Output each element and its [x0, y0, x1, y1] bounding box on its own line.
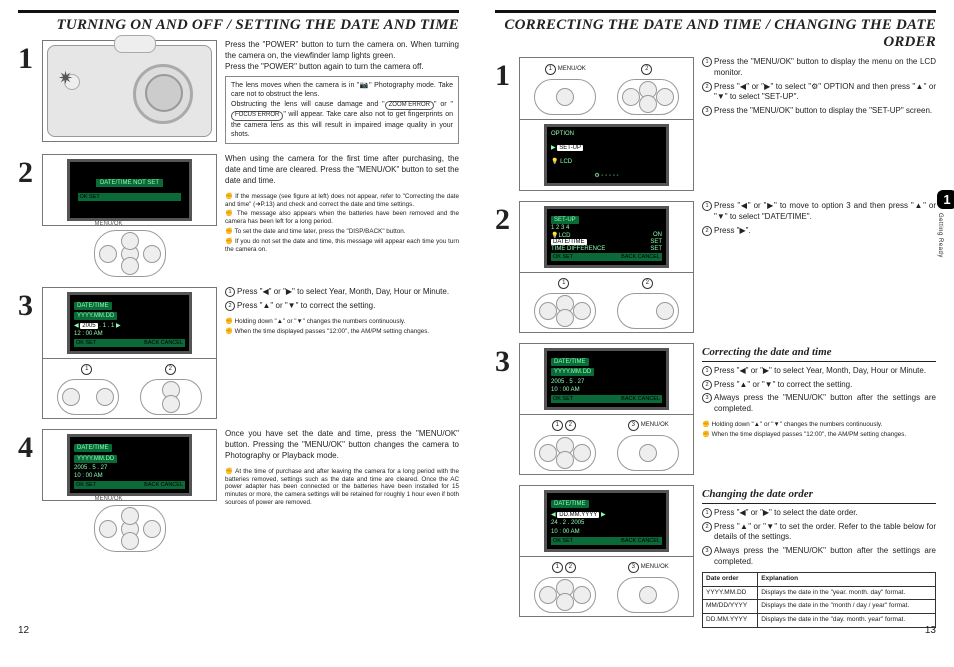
- step-text: Once you have set the date and time, pre…: [225, 429, 459, 461]
- rule: [495, 10, 936, 13]
- page-number: 12: [18, 625, 29, 636]
- step-3: 3 DATE/TIME YYYY.MM.DD 2005 . 5 . 27 10 …: [495, 343, 936, 475]
- figure-dpads: 1 2: [519, 273, 694, 333]
- step-number: 4: [18, 429, 42, 552]
- footnotes: ✊ At the time of purchase and after leav…: [225, 468, 459, 507]
- page-number: 13: [925, 625, 936, 636]
- footnotes: ✊ Holding down "▲" or "▼" changes the nu…: [225, 318, 459, 336]
- figure-screen-date: DATE/TIME YYYY.MM.DD 2005 . 5 . 27 10 : …: [519, 343, 694, 415]
- table-row: YYYY.MM.DDDisplays the date in the "year…: [703, 586, 936, 600]
- page-right: CORRECTING THE DATE AND TIME / CHANGING …: [477, 10, 954, 640]
- footnotes: ✊ If the message (see figure at left) do…: [225, 193, 459, 254]
- figure-screen-setup: SET-UP 1 2 3 4 💡LCDON DATE/TIMESET TIME …: [519, 201, 694, 273]
- step-3: 3 DATE/TIME YYYY.MM.DD ◀ 2005 . 1 . 1 ▶ …: [18, 287, 459, 419]
- step-1: 1 ✷ Press the "POWER" button to turn the…: [18, 40, 459, 144]
- dpad-icon: MENU/OK: [94, 230, 166, 277]
- chapter-tab: 1 Getting Ready: [937, 190, 954, 258]
- caution-note: The lens moves when the camera is in "📷"…: [225, 76, 459, 144]
- date-order-table: Date orderExplanation YYYY.MM.DDDisplays…: [702, 572, 936, 628]
- step-2: 2 SET-UP 1 2 3 4 💡LCDON DATE/TIMESET TIM…: [495, 201, 936, 333]
- figure-screen-option: OPTION ▶ SET-UP 💡 LCD ⚙ ◦ ◦ ◦ ◦ ◦: [519, 120, 694, 191]
- manual-spread: TURNING ON AND OFF / SETTING THE DATE AN…: [0, 0, 954, 667]
- step-4: 4 DATE/TIME YYYY.MM.DD 2005 . 5 . 27 10 …: [18, 429, 459, 552]
- page-title: TURNING ON AND OFF / SETTING THE DATE AN…: [18, 17, 459, 34]
- sub-heading: Changing the date order: [702, 487, 936, 504]
- figure-screen-date: DATE/TIME YYYY.MM.DD ◀ 2005 . 1 . 1 ▶ 12…: [42, 287, 217, 359]
- table-row: MM/DD/YYYYDisplays the date in the "mont…: [703, 600, 936, 614]
- figure-camera: ✷: [42, 40, 217, 142]
- footnotes: ✊ Holding down "▲" or "▼" changes the nu…: [702, 421, 936, 439]
- figure-dpads: 12 3MENU/OK: [519, 415, 694, 475]
- figure-screen-dateorder: DATE/TIME ◀ DD.MM.YYYY ▶ 24 . 2 . 2005 1…: [519, 485, 694, 557]
- step-4: 4 DATE/TIME ◀ DD.MM.YYYY ▶ 24 . 2 . 2005…: [495, 485, 936, 628]
- dpad-icon: MENU/OK: [94, 505, 166, 552]
- page-title: CORRECTING THE DATE AND TIME / CHANGING …: [495, 17, 936, 51]
- step-number: 1: [18, 40, 42, 144]
- figure-screen-date2: DATE/TIME YYYY.MM.DD 2005 . 5 . 27 10 : …: [42, 429, 217, 501]
- step-number: 2: [18, 154, 42, 277]
- figure-screen-msg: DATE/TIME NOT SET OK SET: [42, 154, 217, 226]
- step-text: When using the camera for the first time…: [225, 154, 459, 186]
- step-number: 3: [18, 287, 42, 419]
- sub-heading: Correcting the date and time: [702, 345, 936, 362]
- step-text: Press the "POWER" button to turn the cam…: [225, 40, 459, 72]
- step-1: 1 1MENU/OK 2 OPTION ▶ SET-UP 💡 LCD ⚙ ◦ ◦…: [495, 57, 936, 191]
- rule: [18, 10, 459, 13]
- figure-dpads: 1 2: [42, 359, 217, 419]
- page-left: TURNING ON AND OFF / SETTING THE DATE AN…: [0, 10, 477, 640]
- figure-dpads: 12 3MENU/OK: [519, 557, 694, 617]
- figure-dpads: 1MENU/OK 2: [519, 57, 694, 120]
- step-2: 2 DATE/TIME NOT SET OK SET MENU/OK When …: [18, 154, 459, 277]
- table-row: DD.MM.YYYYDisplays the date in the "day.…: [703, 614, 936, 628]
